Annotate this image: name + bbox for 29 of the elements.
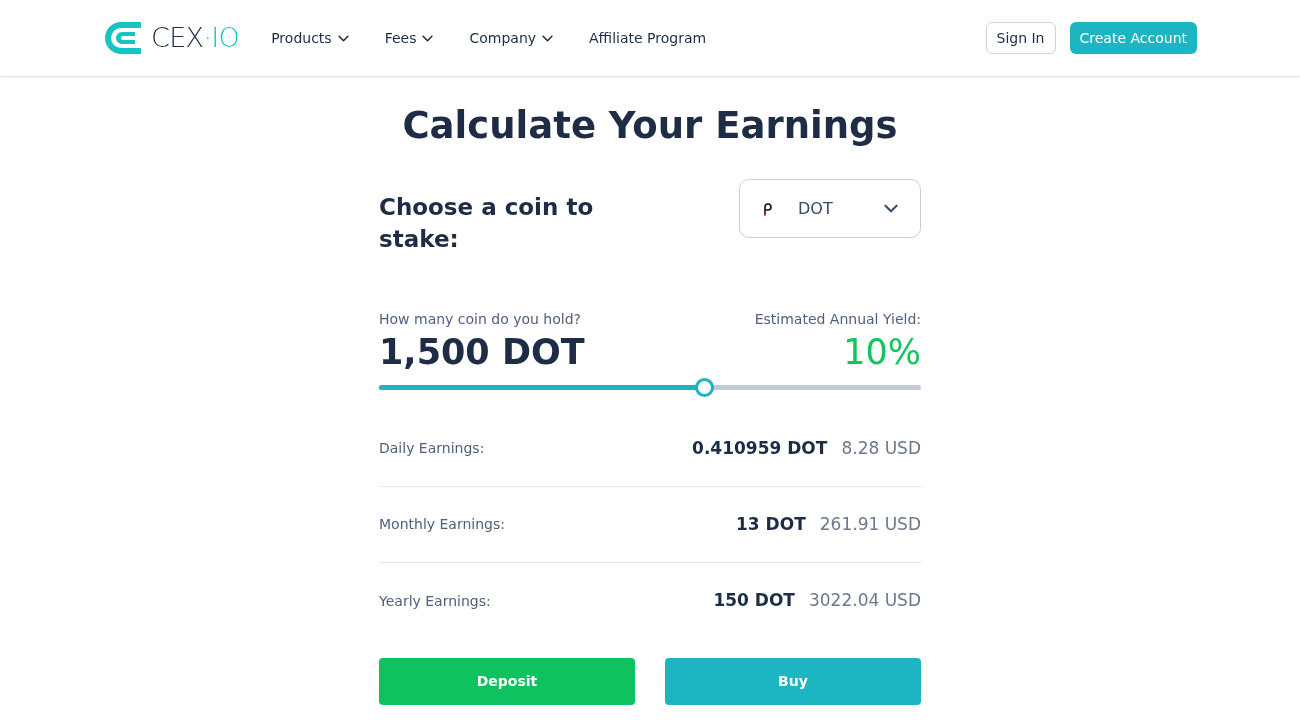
earnings-coin: 0.410959 DOT [692,436,828,460]
chevron-down-icon [422,34,434,42]
earnings-coin: 150 DOT [713,589,795,613]
earnings-usd: 8.28 USD [841,436,921,460]
chevron-down-icon [884,204,898,213]
yield-label: Estimated Annual Yield: [754,310,921,329]
earnings-label: Monthly Earnings: [379,515,505,534]
slider-thumb[interactable] [695,377,715,397]
holding-label: How many coin do you hold? [379,310,581,329]
earnings-usd: 3022.04 USD [808,589,921,613]
logo-wordmark[interactable]: CEX·IO [151,17,240,59]
earnings-coin: 13 DOT [736,512,806,536]
nav-menu-item[interactable]: Affiliate Program [589,27,707,49]
coin-select[interactable]: DOT [739,179,921,238]
amount-slider[interactable] [379,377,921,397]
nav-menu-item[interactable]: Fees [384,27,434,49]
coin-picker-label: Choose a coin to stake: [379,193,595,254]
sign-in-button[interactable]: Sign In [985,22,1056,54]
nav-menu-item[interactable]: Products [271,27,349,49]
earnings-label: Yearly Earnings: [379,591,491,611]
holding-amount: 1,500 DOT [379,332,585,372]
chevron-down-icon [337,34,349,42]
nav-menu-item[interactable]: Company [469,27,554,49]
earnings-label: Daily Earnings: [379,439,485,458]
chevron-down-icon [542,34,554,42]
coin-icon [762,201,774,216]
earnings-usd: 261.91 USD [819,512,921,536]
yield-value: 10% [843,332,921,372]
page-title: Calculate Your Earnings [402,103,898,149]
